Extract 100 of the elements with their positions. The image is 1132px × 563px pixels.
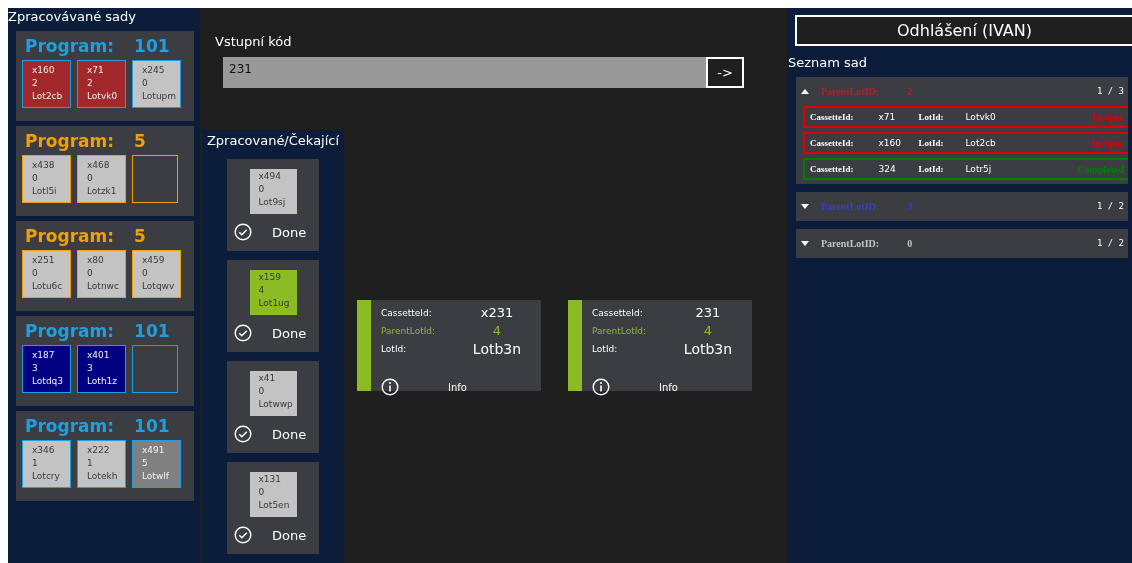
panel-title: Zpracované/Čekající	[206, 133, 340, 148]
page-counter: 1 / 2	[1096, 238, 1125, 248]
caret-icon[interactable]	[801, 240, 809, 246]
panel-title: Seznam sad	[788, 55, 869, 70]
field-label: CassetteId:	[810, 112, 854, 122]
lot-tile[interactable]: x80 0 Lotnwc	[77, 250, 126, 298]
field-value: x71	[878, 112, 897, 122]
tile-text: x346	[32, 444, 56, 457]
queue-card[interactable]: x131 0 Lot5en Done	[227, 462, 319, 554]
check-icon	[234, 425, 252, 443]
tile-text: 0	[258, 385, 266, 398]
info-link[interactable]: Info	[448, 381, 467, 393]
field-label: Vstupní kód	[215, 34, 293, 49]
tile-text: x222	[87, 444, 111, 457]
lot-tile[interactable]: x346 1 Lotcry	[22, 440, 71, 488]
program-number: 5	[134, 226, 146, 246]
info-icon[interactable]	[592, 378, 610, 396]
tile-text: Lot5en	[258, 499, 291, 512]
queue-card[interactable]: x159 4 Lot1ug Done	[227, 260, 319, 352]
lot-tile[interactable]: x222 1 Lotekh	[77, 440, 126, 488]
tile-text: Lotupm	[142, 90, 178, 103]
field-label: LotId:	[918, 164, 944, 174]
lot-tile[interactable]: x401 3 Loth1z	[77, 345, 126, 393]
status-label: Done	[272, 426, 307, 442]
tile-text: Lotekh	[87, 470, 119, 483]
status-label: Done	[272, 325, 307, 341]
lot-tile[interactable]: x438 0 Lotl5i	[22, 155, 71, 203]
tile-text: Lotwwp	[258, 398, 294, 411]
tile-text: 1	[87, 457, 94, 470]
logout-button[interactable]: Odhlášení (IVAN)	[795, 15, 1132, 46]
tile-text: 0	[87, 172, 94, 185]
program-label: Program:	[25, 226, 115, 246]
input-field[interactable]: 231	[223, 57, 706, 88]
tile-text: Lotwlf	[142, 470, 170, 483]
field-label: LotId:	[918, 138, 944, 148]
field-value: 4	[702, 322, 714, 340]
program-number: 101	[134, 416, 170, 436]
group-value: 3	[907, 200, 913, 212]
lot-tile[interactable]: x245 0 Lotupm	[132, 60, 181, 108]
tile-text: x401	[87, 349, 111, 362]
status-label: In Spec	[1092, 137, 1125, 149]
lot-row[interactable]: CassetteId: x160 LotId: Lot2cb In Spec	[803, 132, 1128, 154]
program-label: Program:	[25, 321, 115, 341]
info-icon[interactable]	[381, 378, 399, 396]
caret-icon[interactable]	[801, 88, 809, 94]
tile-text: Lotqwv	[142, 280, 176, 293]
caret-icon[interactable]	[801, 203, 809, 209]
tile-text: x468	[87, 159, 111, 172]
queue-card[interactable]: x41 0 Lotwwp Done	[227, 361, 319, 453]
lot-tile[interactable]: x459 0 Lotqwv	[132, 250, 181, 298]
status-label: Completed	[1077, 163, 1125, 175]
group-label: ParentLotID:	[821, 237, 880, 249]
tile-text: 0	[142, 267, 149, 280]
tile-text: 0	[32, 172, 39, 185]
tile-text: x459	[142, 254, 166, 267]
tile-text: x80	[87, 254, 105, 267]
program-label: Program:	[25, 416, 115, 436]
tile-text: 2	[87, 77, 94, 90]
tile-text: x160	[32, 64, 56, 77]
field-value: Lotb3n	[471, 340, 523, 358]
tile-text: x251	[32, 254, 56, 267]
program-label: Program:	[25, 131, 115, 151]
field-label: LotId:	[918, 112, 944, 122]
lot-row[interactable]: CassetteId: x71 LotId: Lotvk0 In Spec	[803, 106, 1128, 128]
lot-row[interactable]: CassetteId: 324 LotId: Lotr5j Completed	[803, 158, 1128, 180]
program-label: Program:	[25, 36, 115, 56]
field-label: ParentLotId:	[592, 325, 648, 338]
field-label: CassetteId:	[810, 138, 854, 148]
tile-text: Lot1ug	[258, 297, 291, 310]
field-value: Lotr5j	[965, 164, 992, 174]
tile-text: Lot9sj	[258, 196, 287, 209]
program-number: 101	[134, 36, 170, 56]
empty-slot	[132, 345, 178, 393]
submit-button[interactable]: ->	[706, 57, 744, 88]
page-counter: 1 / 3	[1096, 86, 1125, 96]
tile-text: Lot2cb	[32, 90, 64, 103]
tile-text: x187	[32, 349, 56, 362]
lot-tile[interactable]: x468 0 Lotzk1	[77, 155, 126, 203]
status-label: In Spec	[1092, 111, 1125, 123]
queue-card[interactable]: x494 0 Lot9sj Done	[227, 159, 319, 251]
tile-text: x494	[258, 170, 282, 183]
group-value: 2	[907, 85, 913, 97]
field-value: x231	[479, 304, 515, 322]
field-label: CassetteId:	[592, 307, 644, 320]
tile-text: x491	[142, 444, 166, 457]
tile-text: Lotdq3	[32, 375, 65, 388]
field-value: 4	[491, 322, 503, 340]
tile-text: 5	[142, 457, 149, 470]
lot-tile[interactable]: x251 0 Lotu6c	[22, 250, 71, 298]
tile-text: Lotnwc	[87, 280, 120, 293]
tile-text: x41	[258, 372, 277, 385]
tile-text: Lotcry	[32, 470, 61, 483]
tile-text: x438	[32, 159, 56, 172]
tile-text: Lotu6c	[32, 280, 64, 293]
info-link[interactable]: Info	[659, 381, 678, 393]
lot-tile[interactable]: x491 5 Lotwlf	[132, 440, 181, 488]
empty-slot	[132, 155, 178, 203]
lot-tile[interactable]: x187 3 Lotdq3	[22, 345, 71, 393]
lot-tile[interactable]: x71 2 Lotvk0	[77, 60, 126, 108]
lot-tile[interactable]: x160 2 Lot2cb	[22, 60, 71, 108]
